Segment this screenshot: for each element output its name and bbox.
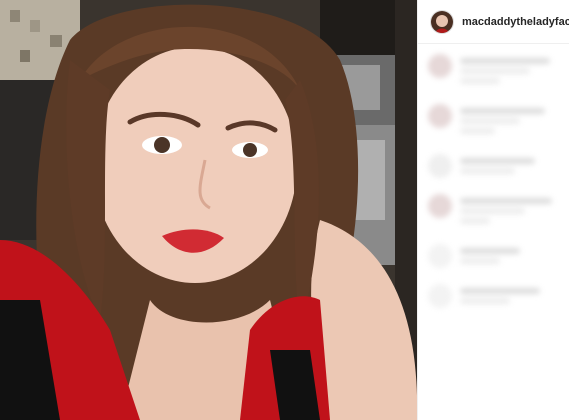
instagram-post: macdaddytheladyface • (0, 0, 569, 420)
comment-row (418, 234, 569, 274)
comment-avatar (428, 284, 452, 308)
avatar-icon (431, 10, 453, 33)
comment-avatar (428, 194, 452, 218)
comment-row (418, 274, 569, 314)
avatar[interactable] (430, 9, 454, 34)
selfie-image (0, 0, 417, 420)
post-sidebar: macdaddytheladyface • (417, 0, 569, 420)
comment-row (418, 184, 569, 234)
comment-row (418, 144, 569, 184)
comment-avatar (428, 104, 452, 128)
comment-avatar (428, 244, 452, 268)
blurred-comments (418, 44, 569, 314)
comments-area (418, 44, 569, 420)
comment-avatar (428, 54, 452, 78)
post-header: macdaddytheladyface • (418, 0, 569, 44)
comment-avatar (428, 154, 452, 178)
comment-row (418, 94, 569, 144)
comment-row (418, 44, 569, 94)
post-photo[interactable] (0, 0, 417, 420)
username-link[interactable]: macdaddytheladyface (462, 16, 569, 28)
